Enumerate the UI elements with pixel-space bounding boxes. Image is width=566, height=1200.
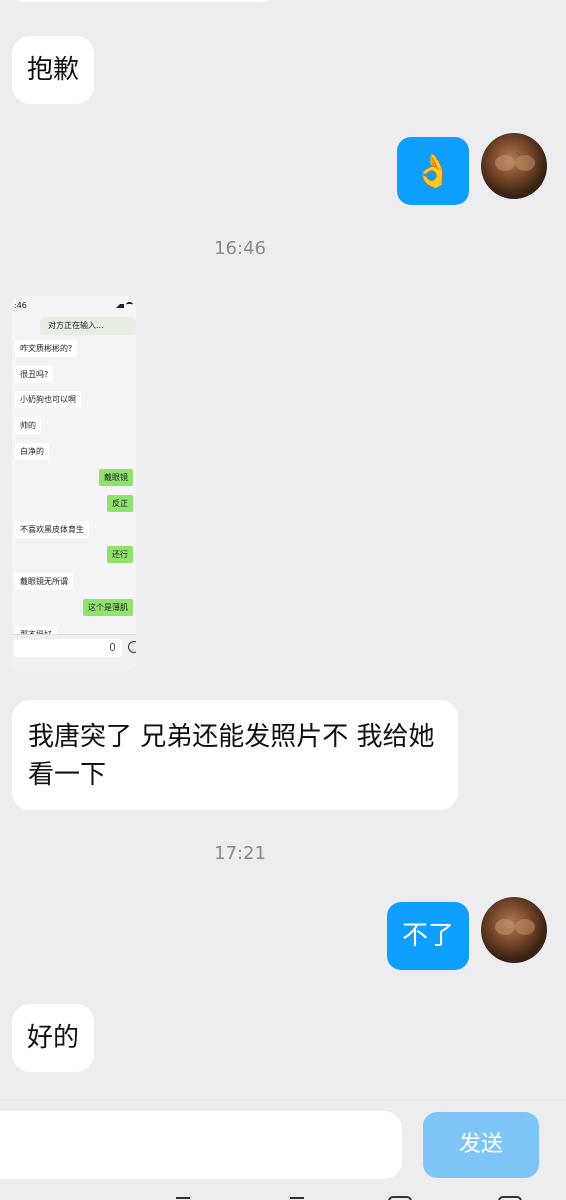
timestamp: 17:21 — [214, 843, 266, 864]
wifi-icon — [126, 302, 133, 307]
mini-message: 还行 — [107, 546, 133, 563]
avatar[interactable] — [481, 133, 547, 199]
emoji-icon — [128, 641, 136, 653]
input-bar: 发送 — [0, 1100, 566, 1200]
mini-message: 小奶狗也可以啊 — [15, 391, 81, 408]
mini-message: 很丑吗? — [15, 366, 54, 383]
mini-message: 戴眼镜 — [99, 469, 133, 486]
mini-message: 反正 — [107, 495, 133, 512]
message-text: 不了 — [402, 921, 455, 951]
message-text: 好的 — [27, 1023, 80, 1053]
emoji-icon[interactable] — [388, 1196, 412, 1200]
mini-message: 这个是薄肌 — [83, 599, 133, 616]
incoming-message-bubble[interactable]: 抱歉 — [12, 36, 94, 104]
send-button[interactable]: 发送 — [423, 1112, 539, 1178]
mini-message: 戴眼镜无所谓 — [15, 573, 73, 590]
mini-message: 不喜欢黑皮体育生 — [15, 521, 89, 538]
ok-hand-icon: 👌 — [413, 152, 453, 190]
typing-indicator: 对方正在输入... — [40, 317, 136, 335]
timestamp: 16:46 — [214, 238, 266, 259]
image-message-screenshot[interactable]: :46 对方正在输入... 咋文质彬彬的? 很丑吗? 小奶狗也可以啊 帅的 白净… — [12, 296, 136, 670]
message-text: 抱歉 — [27, 55, 80, 85]
mic-icon — [110, 643, 115, 651]
message-text: 我唐突了 兄弟还能发照片不 我给她看一下 — [28, 722, 435, 790]
partial-message-bubble — [12, 0, 274, 2]
mini-message: 咋文质彬彬的? — [15, 340, 78, 357]
message-input[interactable] — [0, 1111, 402, 1179]
mini-input-bar — [12, 634, 136, 670]
plus-icon[interactable] — [498, 1196, 522, 1200]
mini-message: 帅的 — [15, 417, 41, 434]
incoming-message-bubble[interactable]: 我唐突了 兄弟还能发照片不 我给她看一下 — [12, 700, 458, 810]
outgoing-emoji-bubble[interactable]: 👌 — [397, 137, 469, 205]
avatar[interactable] — [481, 897, 547, 963]
status-time: :46 — [14, 301, 27, 310]
outgoing-message-bubble[interactable]: 不了 — [387, 902, 469, 970]
toolbar-icons-partial — [0, 1196, 566, 1200]
mini-input-box — [14, 639, 122, 657]
mini-message: 白净的 — [15, 443, 49, 460]
incoming-message-bubble[interactable]: 好的 — [12, 1004, 94, 1072]
signal-icon — [116, 303, 124, 308]
